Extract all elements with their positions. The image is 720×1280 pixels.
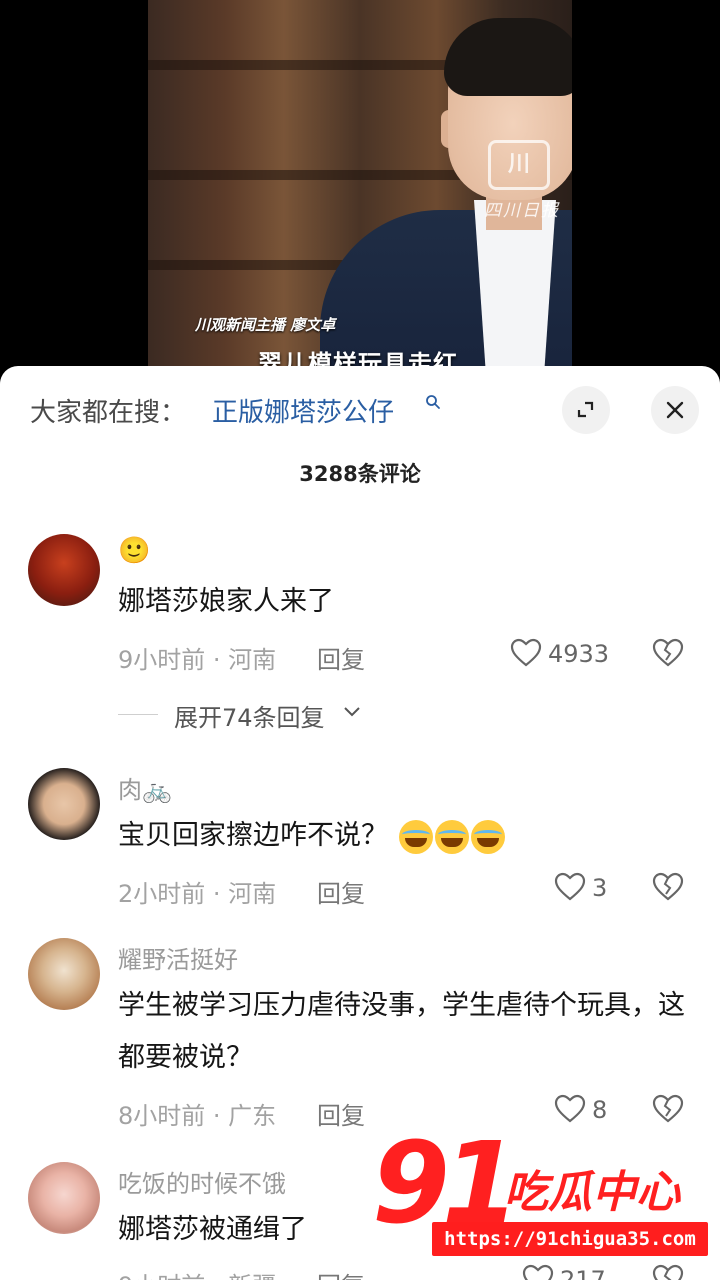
like-count: 8 xyxy=(592,1096,608,1124)
reply-button[interactable]: 回复 xyxy=(317,1266,365,1280)
laugh-cry-emoji-icon xyxy=(470,819,505,854)
expand-button[interactable] xyxy=(562,386,610,434)
avatar[interactable] xyxy=(28,768,100,840)
video-player[interactable]: 川 四川日报 川观新闻主播 廖文卓 翠儿模样玩具走红 xyxy=(0,0,720,380)
comment-time-location: 8小时前 · 广东 xyxy=(118,1102,277,1130)
laugh-cry-emoji-icon xyxy=(434,819,469,854)
comment-text-content: 宝贝回家擦边咋不说？ xyxy=(118,820,388,851)
watermark-url: https://91chigua35.com xyxy=(432,1222,708,1256)
commenter-name[interactable]: 吃饭的时候不饿 xyxy=(118,1164,286,1199)
chevron-down-icon xyxy=(344,707,360,717)
comment-text: 宝贝回家擦边咋不说？ xyxy=(118,810,698,862)
heart-icon[interactable] xyxy=(554,1094,586,1124)
close-button[interactable] xyxy=(651,386,699,434)
comment-time-location: 9小时前 · 新疆 xyxy=(118,1266,276,1280)
reply-button[interactable]: 回复 xyxy=(317,874,365,909)
avatar[interactable] xyxy=(28,534,100,606)
site-watermark: 91 吃瓜中心 https://91chigua35.com xyxy=(372,1128,712,1268)
broken-heart-icon[interactable] xyxy=(652,872,684,902)
close-icon xyxy=(666,401,684,419)
like-count: 217 xyxy=(560,1266,606,1280)
comment-time-location: 9小时前 · 河南 xyxy=(118,646,277,674)
avatar[interactable] xyxy=(28,1162,100,1234)
avatar[interactable] xyxy=(28,938,100,1010)
bicycle-icon: 🚲 xyxy=(142,776,172,804)
like-count: 3 xyxy=(592,874,608,902)
sichuan-daily-logo: 川 xyxy=(488,140,550,190)
laugh-cry-emoji-icon xyxy=(398,819,433,854)
comment-sheet-header: 大家都在搜： 正版娜塔莎公仔 xyxy=(0,366,720,456)
reply-button[interactable]: 回复 xyxy=(317,640,365,675)
like-count: 4933 xyxy=(548,640,610,668)
video-caption-anchor: 川观新闻主播 廖文卓 xyxy=(195,316,336,334)
commenter-name[interactable]: 耀野活挺好 xyxy=(118,940,238,975)
expand-icon xyxy=(577,401,594,418)
trending-search-link[interactable]: 正版娜塔莎公仔 xyxy=(212,392,394,429)
commenter-name-emoji[interactable]: 🙂 xyxy=(118,536,150,566)
comment-text: 娜塔莎娘家人来了 xyxy=(118,586,334,617)
trending-search-label: 大家都在搜： xyxy=(30,398,187,428)
commenter-name-text: 肉 xyxy=(118,776,142,804)
broken-heart-icon[interactable] xyxy=(652,1094,684,1124)
expand-replies-label: 展开74条回复 xyxy=(174,704,325,732)
reply-button[interactable]: 回复 xyxy=(317,1096,365,1131)
anchor-hair xyxy=(444,18,572,96)
comment-text: 学生被学习压力虐待没事，学生虐待个玩具，这都要被说？ xyxy=(118,990,685,1073)
broken-heart-icon[interactable] xyxy=(652,638,684,668)
comment-count: 3288条评论 xyxy=(299,462,421,486)
commenter-name[interactable]: 肉🚲 xyxy=(118,770,172,805)
search-icon[interactable] xyxy=(425,394,441,410)
sichuan-daily-logo-text: 四川日报 xyxy=(484,201,560,221)
heart-icon[interactable] xyxy=(554,872,586,902)
heart-icon[interactable] xyxy=(510,638,542,668)
divider xyxy=(118,714,158,715)
watermark-brand: 吃瓜中心 xyxy=(504,1167,680,1218)
comment-time-location: 2小时前 · 河南 xyxy=(118,880,277,908)
